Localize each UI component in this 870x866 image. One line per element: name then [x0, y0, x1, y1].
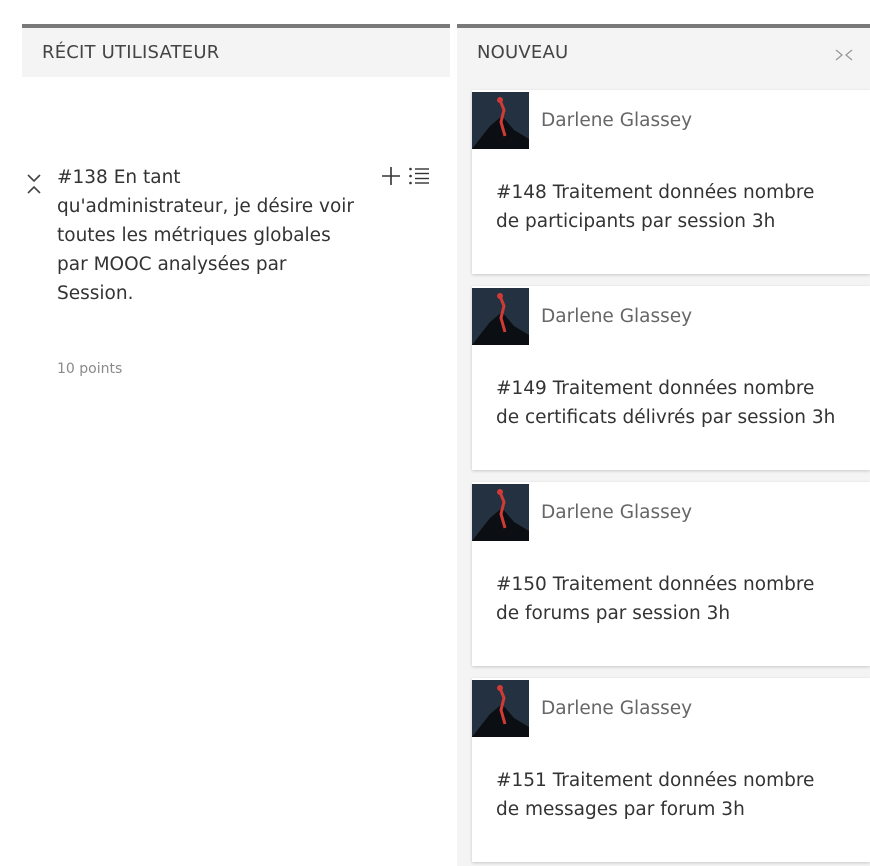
- user-story-title[interactable]: #138 En tant qu'administrateur, je désir…: [57, 163, 357, 308]
- card-assignee[interactable]: Darlene Glassey: [541, 110, 692, 131]
- user-story-column: RÉCIT UTILISATEUR #138 En tant qu'admini…: [22, 24, 450, 866]
- task-card[interactable]: Darlene Glassey #151 Traitement données …: [472, 678, 870, 862]
- plus-icon[interactable]: [380, 165, 402, 187]
- card-assignee[interactable]: Darlene Glassey: [541, 502, 692, 523]
- card-header: Darlene Glassey: [472, 286, 692, 346]
- card-title[interactable]: #150 Traitement données nombre de forums…: [496, 570, 836, 628]
- story-actions: [380, 165, 430, 187]
- user-story-column-title: RÉCIT UTILISATEUR: [42, 42, 220, 63]
- card-title[interactable]: #149 Traitement données nombre de certif…: [496, 374, 836, 432]
- task-card[interactable]: Darlene Glassey #150 Traitement données …: [472, 482, 870, 666]
- state-column-nouveau: NOUVEAU Darlene Glassey #148 Traitement: [457, 24, 870, 866]
- task-card[interactable]: Darlene Glassey #148 Traitement données …: [472, 90, 870, 274]
- collapse-column-icon[interactable]: [834, 46, 854, 60]
- card-header: Darlene Glassey: [472, 678, 692, 738]
- avatar[interactable]: [472, 483, 529, 541]
- story-points: 10 points: [57, 361, 123, 377]
- taskboard: RÉCIT UTILISATEUR #138 En tant qu'admini…: [0, 0, 870, 866]
- card-header: Darlene Glassey: [472, 482, 692, 542]
- chevron-collapse-icon[interactable]: [26, 173, 42, 195]
- user-story-row: #138 En tant qu'administrateur, je désir…: [22, 77, 450, 377]
- avatar[interactable]: [472, 287, 529, 345]
- avatar[interactable]: [472, 679, 529, 737]
- state-column-header: NOUVEAU: [457, 24, 870, 77]
- avatar[interactable]: [472, 91, 529, 149]
- user-story-column-header: RÉCIT UTILISATEUR: [22, 24, 450, 77]
- state-column-title: NOUVEAU: [477, 42, 569, 63]
- list-icon[interactable]: [408, 165, 430, 187]
- card-title[interactable]: #151 Traitement données nombre de messag…: [496, 766, 836, 824]
- card-assignee[interactable]: Darlene Glassey: [541, 306, 692, 327]
- card-title[interactable]: #148 Traitement données nombre de partic…: [496, 178, 836, 236]
- task-card[interactable]: Darlene Glassey #149 Traitement données …: [472, 286, 870, 470]
- card-assignee[interactable]: Darlene Glassey: [541, 698, 692, 719]
- card-header: Darlene Glassey: [472, 90, 692, 150]
